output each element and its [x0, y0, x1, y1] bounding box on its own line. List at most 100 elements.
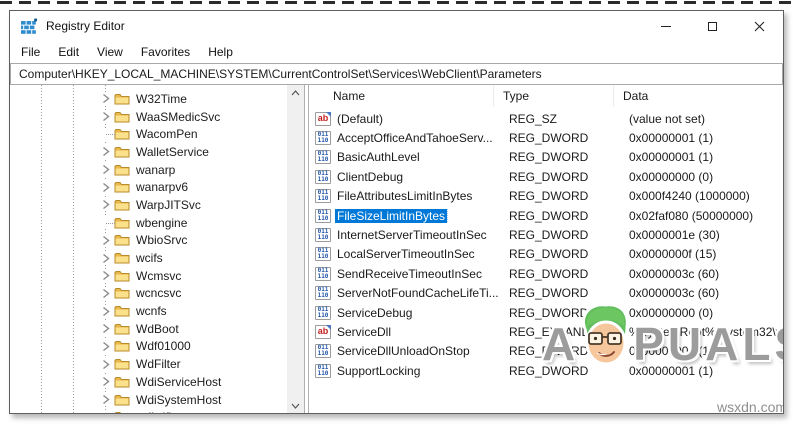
tree-item[interactable]: WaaSMedicSvc [10, 108, 287, 126]
chevron-right-icon[interactable] [99, 145, 112, 158]
value-row[interactable]: ab (Default) REG_SZ (value not set) [309, 109, 783, 128]
tree-scrollbar[interactable] [287, 85, 304, 413]
value-name[interactable]: ClientDebug [335, 170, 500, 184]
tree-item[interactable]: WarpJITSvc [10, 196, 287, 214]
folder-icon [114, 375, 130, 389]
tree-item[interactable]: wcifs [10, 249, 287, 267]
close-button[interactable] [736, 11, 783, 41]
chevron-right-icon[interactable] [99, 358, 112, 371]
menu-item-help[interactable]: Help [199, 45, 242, 59]
value-row[interactable]: 011110 ServiceDebug REG_DWORD 0x00000000… [309, 303, 783, 322]
tree-item[interactable]: WacomPen [10, 125, 287, 143]
tree-item-label: WacomPen [136, 127, 198, 141]
tree-item[interactable]: wbengine [10, 214, 287, 232]
tree-item-label: wcnfs [136, 304, 167, 318]
tree-item[interactable]: WdiSystemHost [10, 391, 287, 409]
chevron-right-icon[interactable] [99, 92, 112, 105]
value-row[interactable]: 011110 FileAttributesLimitInBytes REG_DW… [309, 187, 783, 206]
chevron-right-icon[interactable] [99, 234, 112, 247]
tree-item[interactable]: wanarpv6 [10, 178, 287, 196]
folder-icon [114, 304, 130, 318]
value-data: 0x0000000f (15) [620, 247, 783, 261]
value-row[interactable]: 011110 SendReceiveTimeoutInSec REG_DWORD… [309, 264, 783, 283]
tree-item[interactable]: W32Time [10, 90, 287, 108]
reg-dword-icon: 011110 [315, 286, 331, 300]
chevron-right-icon[interactable] [99, 322, 112, 335]
chevron-right-icon[interactable] [99, 393, 112, 406]
tree-item[interactable]: WalletService [10, 143, 287, 161]
maximize-button[interactable] [689, 11, 736, 41]
value-name[interactable]: ServiceDll [335, 325, 500, 339]
chevron-right-icon[interactable] [99, 411, 112, 413]
value-data: 0x00000001 (1) [620, 131, 783, 145]
scroll-down-icon[interactable] [287, 398, 304, 413]
column-header-name[interactable]: Name [309, 85, 494, 107]
tree-item[interactable]: WbioSrvc [10, 232, 287, 250]
address-bar[interactable]: Computer\HKEY_LOCAL_MACHINE\SYSTEM\Curre… [10, 63, 783, 85]
registry-editor-window: Registry Editor FileEditViewFavoritesHel… [9, 10, 784, 414]
chevron-right-icon[interactable] [99, 252, 112, 265]
folder-icon [114, 127, 130, 141]
value-name[interactable]: BasicAuthLevel [335, 150, 500, 164]
value-name[interactable]: FileSizeLimitInBytes [335, 209, 500, 223]
menu-item-view[interactable]: View [88, 45, 132, 59]
tree-item[interactable]: wanarp [10, 161, 287, 179]
column-header-data[interactable]: Data [614, 85, 783, 107]
menu-item-edit[interactable]: Edit [49, 45, 88, 59]
value-name[interactable]: ServiceDllUnloadOnStop [335, 344, 500, 358]
tree-item[interactable]: Wcmsvc [10, 267, 287, 285]
tree-item[interactable]: wdiwifi [10, 408, 287, 413]
chevron-right-icon[interactable] [99, 340, 112, 353]
value-row[interactable]: 011110 SupportLocking REG_DWORD 0x000000… [309, 361, 783, 380]
value-data: 0x00000000 (0) [620, 170, 783, 184]
folder-icon [114, 216, 130, 230]
chevron-right-icon[interactable] [99, 287, 112, 300]
value-name[interactable]: ServerNotFoundCacheLifeTi... [335, 286, 500, 300]
tree-leaf-connector [106, 134, 115, 135]
value-row[interactable]: 011110 FileSizeLimitInBytes REG_DWORD 0x… [309, 206, 783, 225]
chevron-right-icon[interactable] [99, 110, 112, 123]
value-name[interactable]: SendReceiveTimeoutInSec [335, 267, 500, 281]
tree-item[interactable]: Wdf01000 [10, 338, 287, 356]
tree-item[interactable]: WdiServiceHost [10, 373, 287, 391]
chevron-right-icon[interactable] [99, 305, 112, 318]
column-header-type[interactable]: Type [494, 85, 614, 107]
value-name[interactable]: AcceptOfficeAndTahoeServ... [335, 131, 500, 145]
value-row[interactable]: ab ServiceDll REG_EXPAND_SZ %SystemRoot%… [309, 322, 783, 341]
value-name[interactable]: InternetServerTimeoutInSec [335, 228, 500, 242]
screen-edge-artifact [0, 1, 793, 4]
chevron-right-icon[interactable] [99, 269, 112, 282]
tree-item[interactable]: WdFilter [10, 355, 287, 373]
value-row[interactable]: 011110 ServiceDllUnloadOnStop REG_DWORD … [309, 342, 783, 361]
value-type: REG_DWORD [500, 344, 620, 358]
value-row[interactable]: 011110 AcceptOfficeAndTahoeServ... REG_D… [309, 128, 783, 147]
chevron-right-icon[interactable] [99, 163, 112, 176]
value-name[interactable]: SupportLocking [335, 364, 500, 378]
chevron-right-icon[interactable] [99, 198, 112, 211]
reg-dword-icon: 011110 [315, 267, 331, 281]
folder-icon [114, 145, 130, 159]
value-name[interactable]: FileAttributesLimitInBytes [335, 189, 500, 203]
value-row[interactable]: 011110 ServerNotFoundCacheLifeTi... REG_… [309, 284, 783, 303]
value-row[interactable]: 011110 InternetServerTimeoutInSec REG_DW… [309, 225, 783, 244]
minimize-button[interactable] [642, 11, 689, 41]
folder-icon [114, 180, 130, 194]
chevron-right-icon[interactable] [99, 375, 112, 388]
scroll-up-icon[interactable] [287, 85, 304, 100]
menu-item-file[interactable]: File [12, 45, 49, 59]
value-row[interactable]: 011110 ClientDebug REG_DWORD 0x00000000 … [309, 167, 783, 186]
value-row[interactable]: 011110 LocalServerTimeoutInSec REG_DWORD… [309, 245, 783, 264]
tree-item[interactable]: wcnfs [10, 302, 287, 320]
value-data: 0x000f4240 (1000000) [620, 189, 783, 203]
window-controls [642, 11, 783, 41]
menu-item-favorites[interactable]: Favorites [132, 45, 199, 59]
chevron-right-icon[interactable] [99, 181, 112, 194]
value-name[interactable]: LocalServerTimeoutInSec [335, 247, 500, 261]
tree-item[interactable]: WdBoot [10, 320, 287, 338]
value-name[interactable]: (Default) [335, 112, 500, 126]
value-type: REG_SZ [500, 112, 620, 126]
tree-item[interactable]: wcncsvc [10, 285, 287, 303]
value-row[interactable]: 011110 BasicAuthLevel REG_DWORD 0x000000… [309, 148, 783, 167]
tree-item-label: WdiSystemHost [136, 393, 221, 407]
value-name[interactable]: ServiceDebug [335, 306, 500, 320]
